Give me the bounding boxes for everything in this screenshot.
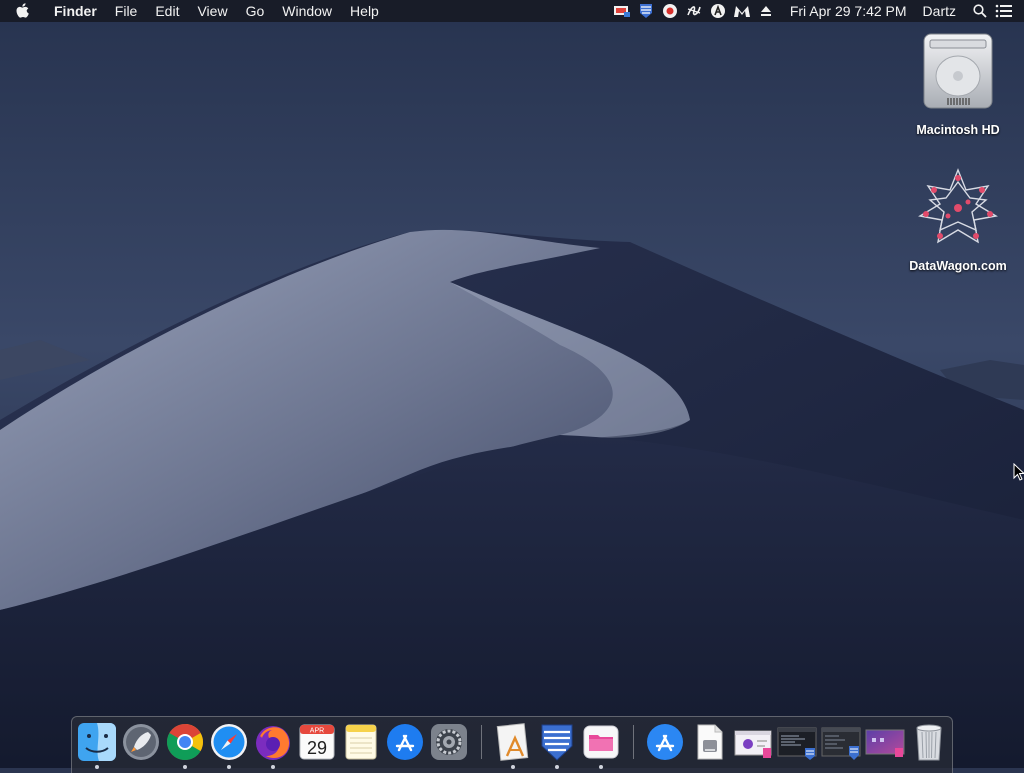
dock-notes[interactable] xyxy=(341,722,381,762)
dock-chrome[interactable] xyxy=(165,722,205,769)
dock-system-preferences[interactable] xyxy=(429,722,469,762)
eject-icon[interactable] xyxy=(754,0,778,22)
running-indicator xyxy=(183,765,187,769)
avast-status-icon[interactable] xyxy=(706,0,730,22)
striped-shield-status-icon[interactable] xyxy=(634,0,658,22)
apple-menu-icon[interactable] xyxy=(0,0,44,22)
app-store-icon xyxy=(647,724,683,760)
menu-user-name[interactable]: Dartz xyxy=(915,3,968,19)
chrome-icon xyxy=(166,723,204,761)
menu-edit[interactable]: Edit xyxy=(146,0,188,22)
menu-bar: Finder File Edit View Go Window Help Fri… xyxy=(0,0,1024,22)
spotlight-search-icon[interactable] xyxy=(968,0,992,22)
dock-firefox[interactable] xyxy=(253,722,293,769)
safari-compass-icon xyxy=(211,724,247,760)
running-indicator xyxy=(227,765,231,769)
desktop-icon-label: Macintosh HD xyxy=(916,123,1000,137)
terminal-window-thumbnail-icon xyxy=(777,727,817,760)
menu-go[interactable]: Go xyxy=(237,0,274,22)
dock-terminal-window[interactable] xyxy=(777,722,817,762)
malwarebytes-status-icon[interactable] xyxy=(730,0,754,22)
desktop-icon-label: DataWagon.com xyxy=(909,259,1007,273)
dock-app-store-2[interactable] xyxy=(645,722,685,762)
dock-dark-window[interactable] xyxy=(821,722,861,762)
dock-textedit-app[interactable] xyxy=(493,722,533,769)
dock-launchpad[interactable] xyxy=(121,722,161,762)
dock: APR 29 xyxy=(71,716,953,773)
scribble-status-icon[interactable] xyxy=(682,0,706,22)
firefox-icon xyxy=(256,726,290,760)
notification-center-icon[interactable] xyxy=(992,0,1016,22)
datawagon-star-icon xyxy=(918,168,998,244)
running-indicator xyxy=(599,765,603,769)
running-indicator xyxy=(511,765,515,769)
hard-drive-icon xyxy=(923,33,993,109)
menu-file[interactable]: File xyxy=(106,0,147,22)
dock-purple-gradient-window[interactable] xyxy=(865,722,905,762)
document-file-icon xyxy=(697,724,723,760)
striped-shield-icon xyxy=(541,724,573,761)
gear-icon xyxy=(431,724,467,760)
desktop-wallpaper xyxy=(0,0,1024,768)
dock-trash[interactable] xyxy=(909,722,949,762)
purple-gradient-window-thumbnail-icon xyxy=(865,729,905,757)
dock-finder[interactable] xyxy=(77,722,117,769)
running-indicator xyxy=(555,765,559,769)
dock-separator xyxy=(633,725,634,759)
purple-window-thumbnail-icon xyxy=(734,730,772,758)
app-store-icon xyxy=(387,724,423,760)
calendar-day-label: 29 xyxy=(307,738,327,758)
dock-calendar[interactable]: APR 29 xyxy=(297,722,337,762)
mouse-pointer-icon xyxy=(1013,463,1024,481)
textedit-document-icon xyxy=(496,723,529,761)
running-indicator xyxy=(271,765,275,769)
running-indicator xyxy=(95,765,99,769)
dock-separator xyxy=(481,725,482,759)
dark-window-thumbnail-icon xyxy=(821,727,861,760)
display-status-icon[interactable] xyxy=(610,0,634,22)
trash-icon xyxy=(916,724,942,761)
calendar-icon: APR 29 xyxy=(299,724,335,760)
desktop-icon-macintosh-hd[interactable]: Macintosh HD xyxy=(903,32,1013,137)
menu-view[interactable]: View xyxy=(188,0,236,22)
desktop-icon-datawagon[interactable]: DataWagon.com xyxy=(903,168,1013,273)
menu-clock[interactable]: Fri Apr 29 7:42 PM xyxy=(778,3,915,19)
menu-app-finder[interactable]: Finder xyxy=(44,0,106,22)
record-status-icon[interactable] xyxy=(658,0,682,22)
dock-purple-window[interactable] xyxy=(733,722,773,762)
dock-safari[interactable] xyxy=(209,722,249,769)
notes-icon xyxy=(345,724,377,760)
finder-icon xyxy=(78,723,116,761)
menu-window[interactable]: Window xyxy=(273,0,341,22)
dock-document-file[interactable] xyxy=(689,722,729,762)
dock-app-store[interactable] xyxy=(385,722,425,762)
dock-striped-shield-app[interactable] xyxy=(537,722,577,769)
dock-pink-folder-app[interactable] xyxy=(581,722,621,769)
launchpad-rocket-icon xyxy=(123,724,159,760)
calendar-month-label: APR xyxy=(310,728,324,735)
menu-help[interactable]: Help xyxy=(341,0,388,22)
pink-folder-icon xyxy=(583,725,619,759)
